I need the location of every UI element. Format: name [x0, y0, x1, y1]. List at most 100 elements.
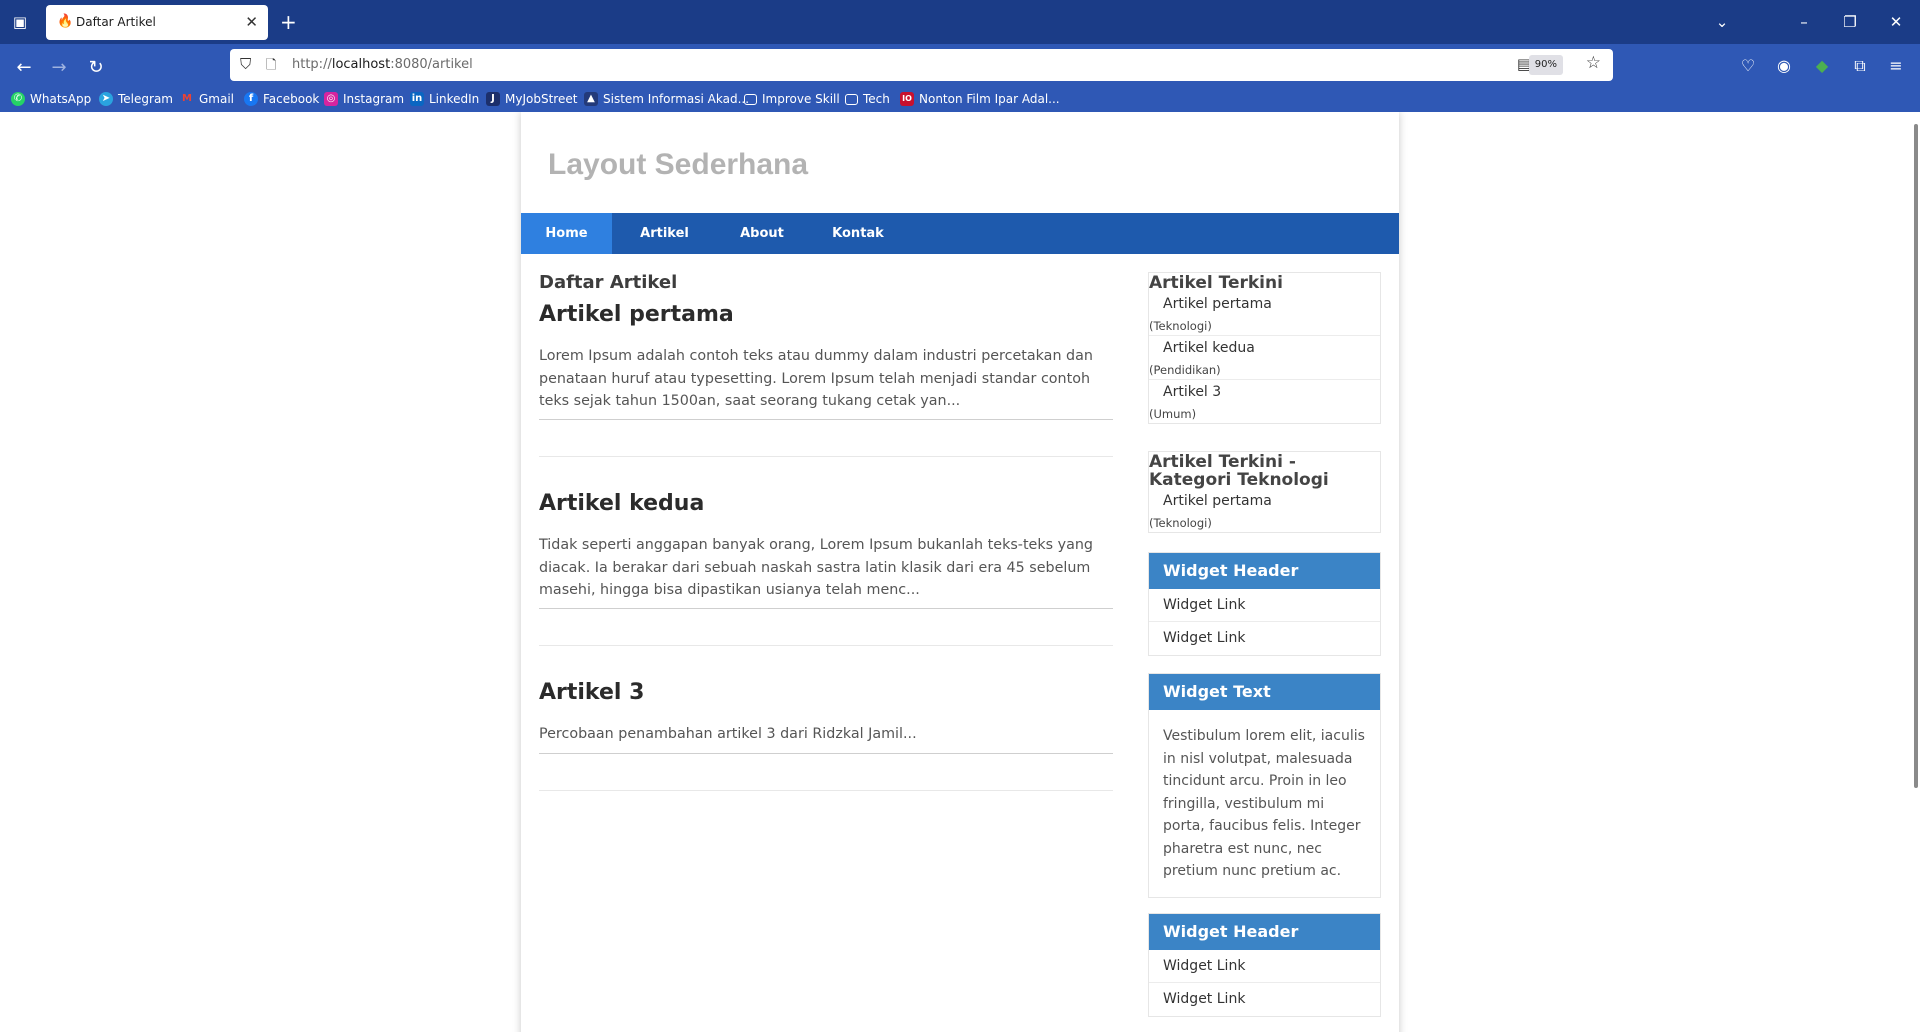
widget-header: Widget Header: [1149, 914, 1380, 950]
bookmark-telegram[interactable]: ➤ Telegram: [99, 90, 173, 108]
new-tab-icon[interactable]: +: [280, 10, 297, 34]
bookmark-linkedin[interactable]: in LinkedIn: [410, 90, 479, 108]
article-title[interactable]: Artikel 3: [539, 680, 1113, 705]
page-heading: Daftar Artikel: [539, 272, 678, 293]
widget-text-body: Vestibulum lorem elit, iaculis in nisl v…: [1163, 728, 1365, 879]
gmail-icon: M: [182, 93, 192, 104]
navigation-toolbar: ← → ↻ ⛉ 🗋 http://localhost:8080/artikel …: [0, 44, 1920, 112]
url-host: localhost: [331, 57, 391, 72]
facebook-icon: f: [244, 92, 258, 106]
close-tab-icon[interactable]: ✕: [245, 13, 258, 31]
widget-link[interactable]: Widget Link: [1149, 950, 1380, 983]
extensions-puzzle-icon[interactable]: ⧉: [1848, 54, 1872, 78]
article-divider: [539, 753, 1113, 754]
article-divider: [539, 608, 1113, 609]
bookmark-label: Sistem Informasi Akad...: [603, 92, 750, 106]
recent-article-link[interactable]: Artikel 3: [1149, 380, 1380, 404]
article-title[interactable]: Artikel kedua: [539, 491, 1113, 516]
tracking-shield-icon[interactable]: ⛉: [240, 55, 251, 73]
widget-text: Widget Text Vestibulum lorem elit, iacul…: [1148, 673, 1381, 898]
bookmark-label: WhatsApp: [30, 92, 92, 106]
widget-links-1: Widget Header Widget Link Widget Link: [1148, 552, 1381, 656]
instagram-icon: ◎: [324, 92, 338, 106]
folder-icon: [845, 93, 858, 105]
bookmark-facebook[interactable]: f Facebook: [244, 90, 319, 108]
back-icon[interactable]: ←: [10, 54, 38, 82]
menu-home[interactable]: Home: [521, 213, 612, 254]
recent-articles-box: Artikel Terkini Artikel pertama (Teknolo…: [1148, 272, 1381, 424]
article-item: Artikel 3 Percobaan penambahan artikel 3…: [539, 680, 1113, 791]
recent-article-category: (Pendidikan): [1149, 363, 1221, 377]
widget-links-2: Widget Header Widget Link Widget Link: [1148, 913, 1381, 1017]
menu-hamburger-icon[interactable]: ≡: [1884, 54, 1908, 78]
bookmark-instagram[interactable]: ◎ Instagram: [324, 90, 404, 108]
list-all-tabs-icon[interactable]: ⌄: [1710, 10, 1734, 34]
reload-icon[interactable]: ↻: [82, 54, 110, 82]
address-bar[interactable]: ⛉ 🗋 http://localhost:8080/artikel ▤ 90% …: [230, 49, 1613, 81]
menu-kontak[interactable]: Kontak: [807, 213, 909, 254]
bookmark-tech[interactable]: Tech: [845, 90, 890, 108]
widget-link[interactable]: Widget Link: [1149, 622, 1380, 655]
bookmark-label: Tech: [863, 92, 890, 106]
page-viewport: Layout Sederhana Home Artikel About Kont…: [0, 112, 1920, 1032]
article-excerpt: Tidak seperti anggapan banyak orang, Lor…: [539, 537, 1093, 598]
restore-icon[interactable]: ❐: [1838, 10, 1862, 34]
flame-icon: 🔥: [57, 14, 74, 29]
extension-badge-icon[interactable]: ◆: [1810, 54, 1834, 78]
page-scrollbar[interactable]: [1914, 124, 1918, 788]
account-icon[interactable]: ◉: [1772, 54, 1796, 78]
recent-article-item: Artikel pertama (Teknologi): [1149, 489, 1380, 532]
url-rest: :8080/artikel: [390, 57, 473, 72]
pocket-icon[interactable]: ♡: [1736, 54, 1760, 78]
bookmark-label: Telegram: [118, 92, 173, 106]
close-window-icon[interactable]: ✕: [1884, 10, 1908, 34]
bookmark-label: LinkedIn: [429, 92, 480, 106]
movie-icon: IO: [900, 92, 914, 106]
bookmark-gmail[interactable]: M Gmail: [180, 90, 234, 108]
forward-icon[interactable]: →: [45, 54, 73, 82]
recent-article-item: Artikel pertama (Teknologi): [1149, 292, 1380, 336]
folder-icon: [744, 93, 757, 105]
article-divider: [539, 790, 1113, 791]
tab-daftar-artikel[interactable]: 🔥 Daftar Artikel ✕: [46, 5, 268, 40]
recent-article-category: (Teknologi): [1149, 516, 1212, 530]
article-divider: [539, 645, 1113, 646]
article-item: Artikel pertama Lorem Ipsum adalah conto…: [539, 302, 1113, 457]
minimize-icon[interactable]: –: [1792, 10, 1816, 34]
recent-article-link[interactable]: Artikel pertama: [1149, 489, 1380, 513]
bookmark-label: Instagram: [343, 92, 405, 106]
bookmark-star-icon[interactable]: ☆: [1586, 53, 1601, 73]
tab-list-icon[interactable]: ▣: [10, 12, 30, 32]
bookmark-label: Facebook: [263, 92, 320, 106]
university-icon: ▲: [584, 92, 598, 106]
menu-about[interactable]: About: [717, 213, 807, 254]
widget-header: Widget Text: [1149, 674, 1380, 710]
recent-tech-articles-box: Artikel Terkini - Kategori Teknologi Art…: [1148, 451, 1381, 533]
widget-link[interactable]: Widget Link: [1149, 983, 1380, 1016]
article-title[interactable]: Artikel pertama: [539, 302, 1113, 327]
recent-article-item: Artikel kedua (Pendidikan): [1149, 336, 1380, 380]
page-container: Layout Sederhana Home Artikel About Kont…: [521, 112, 1399, 1032]
page-info-icon[interactable]: 🗋: [266, 56, 276, 78]
main-menu: Home Artikel About Kontak: [521, 213, 1399, 254]
bookmark-sistem-informasi[interactable]: ▲ Sistem Informasi Akad...: [584, 90, 749, 108]
url-scheme: http://: [292, 57, 332, 72]
zoom-level[interactable]: 90%: [1528, 55, 1563, 75]
recent-article-link[interactable]: Artikel kedua: [1149, 336, 1380, 360]
article-item: Artikel kedua Tidak seperti anggapan ban…: [539, 491, 1113, 646]
bookmark-myjobstreet[interactable]: J MyJobStreet: [486, 90, 577, 108]
recent-article-link[interactable]: Artikel pertama: [1149, 292, 1380, 316]
url-text[interactable]: http://localhost:8080/artikel: [292, 57, 473, 72]
bookmark-nonton-film[interactable]: IO Nonton Film Ipar Adal...: [900, 90, 1060, 108]
bookmark-improve-skill[interactable]: Improve Skill: [744, 90, 840, 108]
jobstreet-icon: J: [486, 92, 500, 106]
bookmark-label: Improve Skill: [762, 92, 840, 106]
menu-artikel[interactable]: Artikel: [612, 213, 717, 254]
tab-strip: ▣ 🔥 Daftar Artikel ✕ + ⌄ – ❐ ✕: [0, 0, 1920, 44]
article-divider: [539, 419, 1113, 420]
bookmark-whatsapp[interactable]: ✆ WhatsApp: [11, 90, 91, 108]
article-excerpt: Lorem Ipsum adalah contoh teks atau dumm…: [539, 348, 1093, 409]
telegram-icon: ➤: [99, 92, 113, 106]
widget-link[interactable]: Widget Link: [1149, 589, 1380, 622]
article-excerpt: Percobaan penambahan artikel 3 dari Ridz…: [539, 726, 917, 742]
